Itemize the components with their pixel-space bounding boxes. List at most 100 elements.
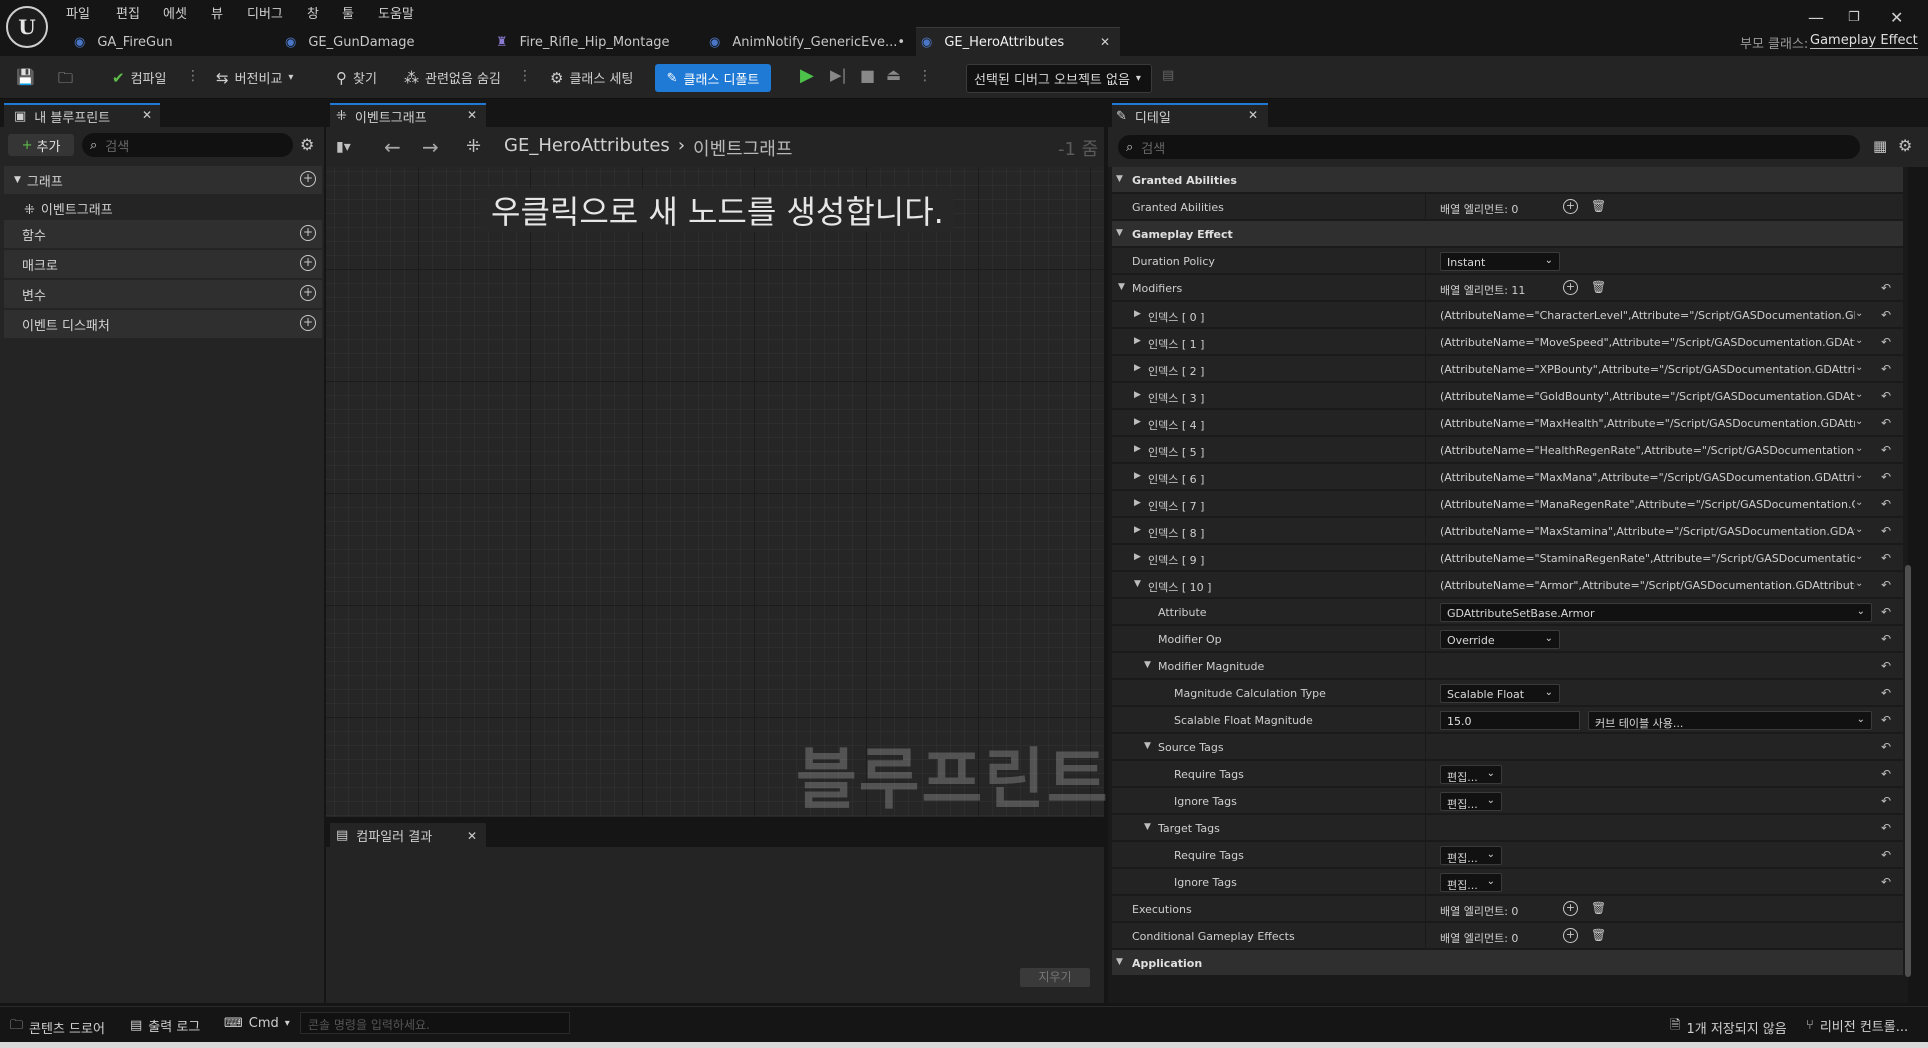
reset-to-default-icon[interactable]: ↶ <box>1881 875 1891 889</box>
tab-animnotify[interactable]: ◉ AnimNotify_GenericEve...• <box>709 29 905 56</box>
parent-class-link[interactable]: Gameplay Effect <box>1810 33 1918 49</box>
modifier-index-4[interactable]: ▶ 인덱스 [ 4 ] (AttributeName="MaxHealth",Att… <box>1112 410 1903 436</box>
add-element-icon[interactable]: + <box>1563 901 1578 916</box>
reset-to-default-icon[interactable]: ↶ <box>1881 551 1891 565</box>
add-element-icon[interactable]: + <box>1563 199 1578 214</box>
find-button[interactable]: ⚲ 찾기 <box>336 68 377 88</box>
modifier-index-6[interactable]: ▶ 인덱스 [ 6 ] (AttributeName="MaxMana",Attri… <box>1112 464 1903 490</box>
expand-struct-icon[interactable]: ⌄ <box>1855 362 1863 373</box>
modifier-magnitude-row[interactable]: ▼ Modifier Magnitude ↶ <box>1112 653 1903 679</box>
unsaved-assets-button[interactable]: 🗎 1개 저장되지 않음 <box>1670 1016 1787 1038</box>
output-log-button[interactable]: ▤ 출력 로그 <box>130 1016 200 1035</box>
target-ignore-tags-row[interactable]: Ignore Tags 편집... ⌄ ↶ <box>1112 869 1903 895</box>
back-arrow-icon[interactable]: ← <box>384 135 401 159</box>
category-event-dispatchers[interactable]: 이벤트 디스패처 + <box>4 310 322 338</box>
tab-ge-gundamage[interactable]: ◉ GE_GunDamage <box>285 29 415 56</box>
reset-to-default-icon[interactable]: ↶ <box>1881 470 1891 484</box>
play-icon[interactable]: ▶ <box>800 65 814 86</box>
trash-icon[interactable]: 🗑 <box>1591 901 1606 915</box>
edit-tags-button[interactable]: 편집... ⌄ <box>1440 846 1502 865</box>
debug-object-select[interactable]: 선택된 디버그 오브젝트 없음 ▾ <box>966 64 1152 93</box>
compile-button[interactable]: ✔ 컴파일 <box>112 68 166 88</box>
chevron-down-icon[interactable]: ▼ <box>1116 174 1123 184</box>
chevron-down-icon[interactable]: ▼ <box>1134 579 1141 589</box>
chevron-right-icon[interactable]: ▶ <box>1134 309 1141 319</box>
modifier-op-dropdown[interactable]: Override ⌄ <box>1440 630 1560 649</box>
expand-struct-icon[interactable]: ⌄ <box>1855 443 1863 454</box>
add-macro-icon[interactable]: + <box>300 255 316 271</box>
expand-struct-icon[interactable]: ⌄ <box>1855 497 1863 508</box>
close-graph-tab-icon[interactable]: ✕ <box>467 108 477 122</box>
table-view-icon[interactable]: ▦ <box>1873 137 1887 155</box>
trash-icon[interactable]: 🗑 <box>1591 199 1606 213</box>
modifier-index-10[interactable]: ▼ 인덱스 [ 10 ] (AttributeName="Armor",Attrib… <box>1112 572 1903 598</box>
reset-to-default-icon[interactable]: ↶ <box>1881 686 1891 700</box>
trash-icon[interactable]: 🗑 <box>1591 928 1606 942</box>
magnitude-calc-type-row[interactable]: Magnitude Calculation Type Scalable Float… <box>1112 680 1903 706</box>
stop-icon[interactable]: ■ <box>860 66 875 85</box>
save-icon[interactable]: 💾 <box>16 68 35 86</box>
menu-view[interactable]: 뷰 <box>211 3 223 22</box>
duration-policy-dropdown[interactable]: Instant ⌄ <box>1440 252 1560 271</box>
expand-struct-icon[interactable]: ⌄ <box>1855 551 1863 562</box>
target-tags-row[interactable]: ▼ Target Tags ↶ <box>1112 815 1903 841</box>
expand-struct-icon[interactable]: ⌄ <box>1855 416 1863 427</box>
unreal-logo-icon[interactable]: U <box>6 6 48 48</box>
edit-tags-button[interactable]: 편집... ⌄ <box>1440 873 1502 892</box>
section-gameplay-effect[interactable]: ▼ Gameplay Effect <box>1112 221 1903 247</box>
tab-compiler-results[interactable]: ▤ 컴파일러 결과 <box>330 823 486 847</box>
debug-filter-icon[interactable]: ▤ <box>1162 68 1174 83</box>
modifier-index-0[interactable]: ▶ 인덱스 [ 0 ] (AttributeName="CharacterLevel… <box>1112 302 1903 328</box>
diff-button[interactable]: ⇆ 버전비교 ▾ <box>216 68 293 88</box>
category-variables[interactable]: 변수 + <box>4 280 322 308</box>
chevron-right-icon[interactable]: ▶ <box>1134 552 1141 562</box>
restore-icon[interactable]: ❐ <box>1848 10 1860 25</box>
content-drawer-button[interactable]: 🗀 콘텐츠 드로어 <box>10 1016 105 1038</box>
section-application[interactable]: ▼ Application <box>1112 950 1903 976</box>
hide-unrelated-button[interactable]: ⁂ 관련없음 숨김 <box>404 68 501 88</box>
tab-ga-firegun[interactable]: ◉ GA_FireGun <box>74 29 173 56</box>
reset-to-default-icon[interactable]: ↶ <box>1881 605 1891 619</box>
expand-struct-icon[interactable]: ⌄ <box>1855 470 1863 481</box>
find-options-icon[interactable]: ⋮ <box>518 68 532 84</box>
close-details-tab-icon[interactable]: ✕ <box>1248 108 1258 122</box>
reset-to-default-icon[interactable]: ↶ <box>1881 848 1891 862</box>
category-functions[interactable]: 함수 + <box>4 220 322 248</box>
tab-ge-heroattributes[interactable]: ◉ GE_HeroAttributes <box>921 29 1064 56</box>
reset-to-default-icon[interactable]: ↶ <box>1881 578 1891 592</box>
edit-tags-button[interactable]: 편집... ⌄ <box>1440 765 1502 784</box>
tab-my-blueprint[interactable]: ▣ 내 블루프린트 <box>4 103 160 127</box>
duration-policy-row[interactable]: Duration Policy Instant ⌄ <box>1112 248 1903 274</box>
chevron-right-icon[interactable]: ▶ <box>1134 417 1141 427</box>
modifier-index-9[interactable]: ▶ 인덱스 [ 9 ] (AttributeName="StaminaRegenRa… <box>1112 545 1903 571</box>
step-icon[interactable]: ▶| <box>830 66 847 84</box>
revision-control-button[interactable]: ⑂ 리비전 컨트롤... <box>1806 1016 1908 1035</box>
reset-to-default-icon[interactable]: ↶ <box>1881 497 1891 511</box>
scalable-float-magnitude-row[interactable]: Scalable Float Magnitude ↶ 15.0 커브 테이블 사용..… <box>1112 707 1903 733</box>
my-blueprint-search-input[interactable]: ⌕ 검색 <box>82 133 293 157</box>
settings-icon[interactable]: ⚙ <box>1898 136 1912 155</box>
console-command-input[interactable]: 콘솔 명령을 입력하세요. <box>300 1012 570 1034</box>
modifier-index-5[interactable]: ▶ 인덱스 [ 5 ] (AttributeName="HealthRegenRat… <box>1112 437 1903 463</box>
edit-tags-button[interactable]: 편집... ⌄ <box>1440 792 1502 811</box>
menu-help[interactable]: 도움말 <box>378 3 414 22</box>
tab-fire-rifle-hip-montage[interactable]: ♜ Fire_Rifle_Hip_Montage <box>496 29 670 56</box>
executions-row[interactable]: Executions 배열 엘리먼트: 0 + 🗑 <box>1112 896 1903 922</box>
reset-to-default-icon[interactable]: ↶ <box>1881 308 1891 322</box>
chevron-right-icon[interactable]: ▶ <box>1134 363 1141 373</box>
tab-details[interactable]: ✎ 디테일 <box>1112 103 1268 127</box>
close-panel-icon[interactable]: ✕ <box>142 108 152 122</box>
class-defaults-button[interactable]: ✎ 클래스 디폴트 <box>655 64 771 92</box>
forward-arrow-icon[interactable]: → <box>422 135 439 159</box>
graph-item-eventgraph[interactable]: ⁜ 이벤트그래프 <box>24 199 113 218</box>
browse-icon[interactable]: 🗀 <box>58 68 73 93</box>
modifiers-row[interactable]: ▼ Modifiers 배열 엘리먼트: 11 + 🗑 ↶ <box>1112 275 1903 301</box>
menu-tools[interactable]: 툴 <box>342 3 354 22</box>
attribute-dropdown[interactable]: GDAttributeSetBase.Armor ⌄ <box>1440 603 1872 622</box>
chevron-right-icon[interactable]: ▶ <box>1134 525 1141 535</box>
attribute-row[interactable]: Attribute GDAttributeSetBase.Armor ⌄ ↶ <box>1112 599 1903 625</box>
add-variable-icon[interactable]: + <box>300 285 316 301</box>
close-compiler-tab-icon[interactable]: ✕ <box>467 829 477 843</box>
modifier-index-7[interactable]: ▶ 인덱스 [ 7 ] (AttributeName="ManaRegenRate"… <box>1112 491 1903 517</box>
chevron-down-icon[interactable]: ▼ <box>1144 660 1151 670</box>
